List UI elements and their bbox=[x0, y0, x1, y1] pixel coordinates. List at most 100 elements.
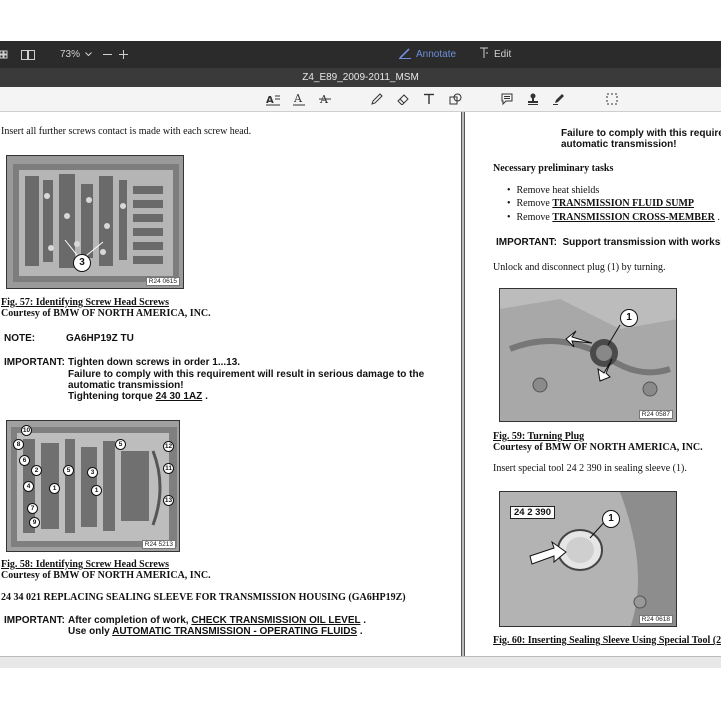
fig58-callout-3: 3 bbox=[87, 467, 98, 478]
prelim-heading: Necessary preliminary tasks bbox=[493, 163, 614, 174]
fig58-callout-7: 7 bbox=[27, 503, 38, 514]
important-line2: Failure to comply with this requirement … bbox=[68, 369, 425, 380]
fig58-caption: Fig. 58: Identifying Screw Head Screws bbox=[1, 559, 169, 570]
bullet-fluid-sump: • Remove TRANSMISSION FLUID SUMP bbox=[507, 198, 695, 209]
zoom-dropdown[interactable]: 73% bbox=[60, 41, 92, 68]
fig57-callout: 3 bbox=[73, 254, 91, 272]
annotation-toolbar: A A A bbox=[0, 87, 721, 112]
document-viewport[interactable]: Insert all further screws contact is mad… bbox=[0, 112, 721, 668]
unlock-text: Unlock and disconnect plug (1) by turnin… bbox=[493, 262, 666, 273]
edit-label: Edit bbox=[494, 49, 512, 60]
fig57-caption: Fig. 57: Identifying Screw Head Screws bbox=[1, 297, 169, 308]
bullet-heat-shields: • Remove heat shields bbox=[507, 185, 600, 196]
zoom-out-button[interactable] bbox=[103, 41, 112, 68]
important-label: IMPORTANT: bbox=[4, 357, 65, 368]
important-line4: Tightening torque 24 30 1AZ . bbox=[68, 391, 208, 402]
bullet-suffix: . bbox=[714, 212, 720, 223]
important2-line1: After completion of work, CHECK TRANSMIS… bbox=[68, 615, 366, 626]
fluids-prefix: Use only bbox=[68, 626, 113, 637]
right-important-line: IMPORTANT: Support transmission with wor… bbox=[496, 237, 721, 248]
strikethrough-text-icon[interactable]: A bbox=[317, 91, 333, 107]
note-label: NOTE: bbox=[4, 333, 36, 344]
main-toolbar: 73% Annotate Edit bbox=[0, 41, 721, 68]
fig60-id: R24 0618 bbox=[638, 615, 673, 624]
zoom-value: 73% bbox=[60, 49, 81, 60]
fluid-sump-link[interactable]: TRANSMISSION FLUID SUMP bbox=[552, 198, 694, 209]
svg-text:A: A bbox=[266, 95, 274, 106]
bullet-prefix: Remove bbox=[516, 198, 553, 209]
fig58-courtesy: Courtesy of BMW OF NORTH AMERICA, INC. bbox=[1, 570, 211, 581]
torque-prefix: Tightening torque bbox=[68, 391, 156, 402]
two-page-view-icon[interactable] bbox=[21, 41, 35, 68]
operating-fluids-link[interactable]: AUTOMATIC TRANSMISSION - OPERATING FLUID… bbox=[112, 626, 357, 637]
warning-line1: Failure to comply with this requiremen bbox=[561, 128, 721, 139]
fig60-caption: Fig. 60: Inserting Sealing Sleeve Using … bbox=[493, 635, 721, 646]
bullet-cross-member: • Remove TRANSMISSION CROSS-MEMBER . bbox=[507, 212, 720, 223]
fig58-callout-5a: 5 bbox=[63, 465, 74, 476]
pdf-page-left: Insert all further screws contact is mad… bbox=[0, 112, 461, 656]
important2-label: IMPORTANT: bbox=[4, 615, 65, 626]
note-text: GA6HP19Z TU bbox=[66, 333, 134, 344]
oil-level-suffix: . bbox=[360, 615, 366, 626]
fig60-tool-label: 24 2 390 bbox=[510, 506, 555, 519]
edit-button[interactable]: Edit bbox=[479, 41, 511, 68]
text-cursor-icon bbox=[479, 47, 489, 62]
stamp-icon[interactable] bbox=[525, 91, 541, 107]
crop-selection-icon[interactable] bbox=[604, 91, 620, 107]
fig58-callout-1a: 1 bbox=[49, 483, 60, 494]
intro-text: Insert all further screws contact is mad… bbox=[1, 126, 252, 137]
chevron-down-icon bbox=[85, 49, 92, 60]
figure-57-image: 3 R24 0615 bbox=[6, 155, 184, 289]
svg-text:A: A bbox=[293, 92, 303, 105]
grid-view-icon[interactable] bbox=[0, 41, 8, 68]
fig60-callout: 1 bbox=[602, 510, 620, 528]
fig59-id: R24 0587 bbox=[638, 410, 673, 419]
right-important-text: Support transmission with workshe bbox=[562, 237, 721, 248]
fluids-suffix: . bbox=[357, 626, 363, 637]
fig59-callout: 1 bbox=[620, 309, 638, 327]
bullet-text: Remove heat shields bbox=[516, 185, 600, 196]
fig57-id: R24 0615 bbox=[145, 277, 180, 286]
fig58-callout-4: 4 bbox=[23, 481, 34, 492]
important-line1: Tighten down screws in order 1...13. bbox=[68, 357, 241, 368]
zoom-in-button[interactable] bbox=[119, 41, 128, 68]
pdf-page-right: Failure to comply with this requiremen a… bbox=[465, 112, 721, 656]
warning-line2: automatic transmission! bbox=[561, 139, 677, 150]
section-heading: 24 34 021 REPLACING SEALING SLEEVE FOR T… bbox=[1, 592, 406, 603]
note-icon[interactable] bbox=[499, 91, 515, 107]
torque-link[interactable]: 24 30 1AZ bbox=[156, 391, 203, 402]
fig58-callout-5b: 5 bbox=[115, 439, 126, 450]
fig57-courtesy: Courtesy of BMW OF NORTH AMERICA, INC. bbox=[1, 308, 211, 319]
oil-level-prefix: After completion of work, bbox=[68, 615, 192, 626]
fig58-id: R24 5213 bbox=[141, 540, 176, 549]
fig58-callout-10: 10 bbox=[21, 425, 32, 436]
pen-icon bbox=[399, 47, 411, 62]
eraser-icon[interactable] bbox=[395, 91, 411, 107]
fig58-callout-12: 12 bbox=[163, 441, 174, 452]
fig59-caption: Fig. 59: Turning Plug bbox=[493, 431, 585, 442]
shapes-icon[interactable] bbox=[447, 91, 463, 107]
underline-text-icon[interactable]: A bbox=[291, 91, 307, 107]
signature-pen-icon[interactable] bbox=[551, 91, 567, 107]
text-recognition-icon[interactable]: A bbox=[265, 91, 281, 107]
cross-member-link[interactable]: TRANSMISSION CROSS-MEMBER bbox=[552, 212, 715, 223]
text-tool-icon[interactable] bbox=[421, 91, 437, 107]
horizontal-scrollbar[interactable] bbox=[0, 656, 721, 668]
pencil-icon[interactable] bbox=[369, 91, 385, 107]
fig58-callout-9: 9 bbox=[29, 517, 40, 528]
window-bottom-area bbox=[0, 668, 721, 721]
torque-suffix: . bbox=[202, 391, 208, 402]
important-line3: automatic transmission! bbox=[68, 380, 184, 391]
document-title: Z4_E89_2009-2011_MSM bbox=[0, 68, 721, 87]
important2-line2: Use only AUTOMATIC TRANSMISSION - OPERAT… bbox=[68, 626, 363, 637]
annotate-button[interactable]: Annotate bbox=[399, 41, 456, 68]
check-oil-level-link[interactable]: CHECK TRANSMISSION OIL LEVEL bbox=[191, 615, 360, 626]
figure-60-image: 24 2 390 1 R24 0618 bbox=[499, 491, 677, 627]
fig58-callout-11: 11 bbox=[163, 463, 174, 474]
right-important-label: IMPORTANT: bbox=[496, 237, 557, 248]
fig58-callout-6: 6 bbox=[19, 455, 30, 466]
insert-text: Insert special tool 24 2 390 in sealing … bbox=[493, 463, 687, 474]
figure-58-image: 10 8 6 4 5 3 2 1 7 9 5 12 11 13 1 R24 52… bbox=[6, 420, 180, 552]
fig58-callout-2: 2 bbox=[31, 465, 42, 476]
fig58-callout-8: 8 bbox=[13, 439, 24, 450]
